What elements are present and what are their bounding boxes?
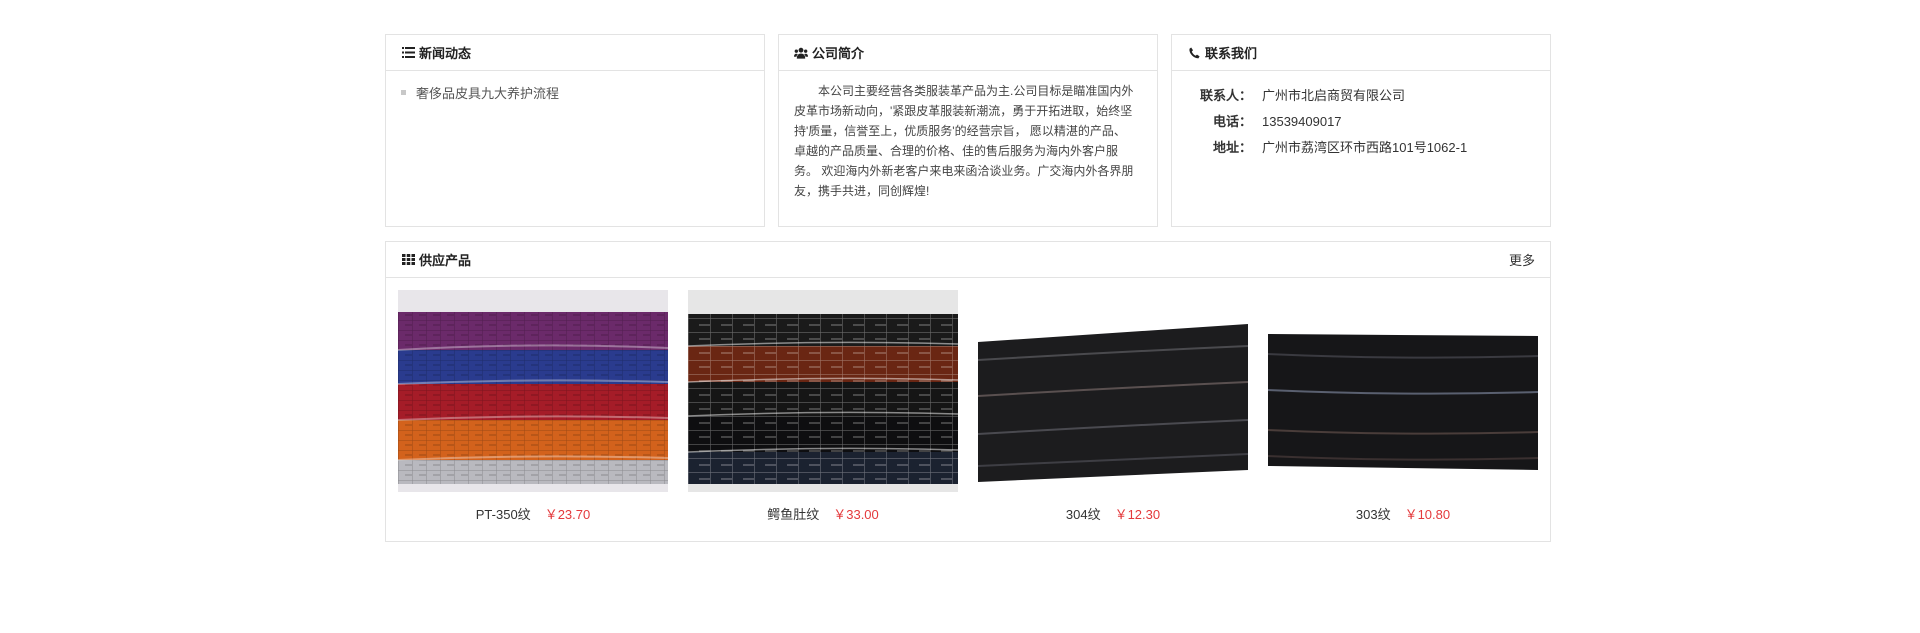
- intro-panel: 公司简介 本公司主要经营各类服装革产品为主.公司目标是瞄准国内外皮革市场新动向，…: [778, 34, 1158, 227]
- product-image[interactable]: [978, 290, 1248, 492]
- products-panel-title: 供应产品: [419, 253, 472, 268]
- product-name[interactable]: 303纹: [1356, 504, 1391, 523]
- news-panel-title: 新闻动态: [419, 46, 472, 61]
- product-price: ￥10.80: [1404, 507, 1451, 522]
- contact-value: 13539409017: [1262, 114, 1342, 129]
- intro-panel-header: 公司简介: [779, 35, 1157, 71]
- product-price: ￥23.70: [544, 507, 591, 522]
- product-card[interactable]: 304纹 ￥12.30: [978, 290, 1248, 523]
- products-panel: 供应产品 更多 PT-350纹 ￥23.70 鳄鱼肚纹 ￥33.00 304纹 …: [385, 241, 1551, 542]
- product-image[interactable]: [1268, 290, 1538, 492]
- product-price: ￥33.00: [833, 507, 879, 522]
- product-grid: PT-350纹 ￥23.70 鳄鱼肚纹 ￥33.00 304纹 ￥12.30 3…: [386, 278, 1550, 523]
- contact-panel-header: 联系我们: [1172, 35, 1550, 71]
- news-item-link[interactable]: 奢侈品皮具九大养护流程: [416, 83, 559, 102]
- product-price: ￥12.30: [1114, 507, 1161, 522]
- page-content: 新闻动态 奢侈品皮具九大养护流程 公司简介 本公司主要经营各类服装革产品为主.公…: [385, 34, 1551, 542]
- product-card[interactable]: 鳄鱼肚纹 ￥33.00: [688, 290, 958, 523]
- product-caption: 303纹 ￥10.80: [1268, 504, 1538, 523]
- contact-label: 联系人：: [1199, 88, 1252, 103]
- contact-panel: 联系我们 联系人： 广州市北启商贸有限公司 电话： 13539409017 地址…: [1171, 34, 1551, 227]
- more-link[interactable]: 更多: [1509, 250, 1535, 269]
- users-icon: [794, 46, 808, 60]
- product-image[interactable]: [398, 290, 668, 492]
- grid-icon: [401, 253, 415, 267]
- intro-text: 本公司主要经营各类服装革产品为主.公司目标是瞄准国内外皮革市场新动向，'紧跟皮革…: [794, 84, 1134, 198]
- contact-list: 联系人： 广州市北启商贸有限公司 电话： 13539409017 地址： 广州市…: [1172, 71, 1550, 161]
- info-row: 新闻动态 奢侈品皮具九大养护流程 公司简介 本公司主要经营各类服装革产品为主.公…: [385, 34, 1551, 227]
- product-name[interactable]: 304纹: [1066, 504, 1101, 523]
- products-panel-header: 供应产品 更多: [386, 242, 1550, 278]
- news-panel: 新闻动态 奢侈品皮具九大养护流程: [385, 34, 765, 227]
- contact-row-address: 地址： 广州市荔湾区环市西路101号1062-1: [1172, 135, 1550, 161]
- news-item[interactable]: 奢侈品皮具九大养护流程: [401, 83, 749, 102]
- product-caption: 鳄鱼肚纹 ￥33.00: [688, 504, 958, 523]
- contact-row-person: 联系人： 广州市北启商贸有限公司: [1172, 83, 1550, 109]
- product-name[interactable]: PT-350纹: [476, 504, 531, 523]
- contact-panel-title: 联系我们: [1205, 46, 1258, 61]
- product-image[interactable]: [688, 290, 958, 492]
- news-list: 奢侈品皮具九大养护流程: [386, 71, 764, 114]
- product-caption: 304纹 ￥12.30: [978, 504, 1248, 523]
- list-icon: [401, 46, 415, 60]
- phone-icon: [1187, 46, 1201, 60]
- intro-panel-title: 公司简介: [812, 46, 865, 61]
- bullet-icon: [401, 90, 406, 95]
- contact-value: 广州市荔湾区环市西路101号1062-1: [1262, 140, 1468, 155]
- contact-label: 地址：: [1212, 140, 1252, 155]
- product-name[interactable]: 鳄鱼肚纹: [767, 504, 819, 523]
- news-panel-header: 新闻动态: [386, 35, 764, 71]
- product-card[interactable]: 303纹 ￥10.80: [1268, 290, 1538, 523]
- product-card[interactable]: PT-350纹 ￥23.70: [398, 290, 668, 523]
- product-caption: PT-350纹 ￥23.70: [398, 504, 668, 523]
- contact-value: 广州市北启商贸有限公司: [1262, 88, 1406, 103]
- contact-row-phone: 电话： 13539409017: [1172, 109, 1550, 135]
- contact-label: 电话：: [1212, 114, 1252, 129]
